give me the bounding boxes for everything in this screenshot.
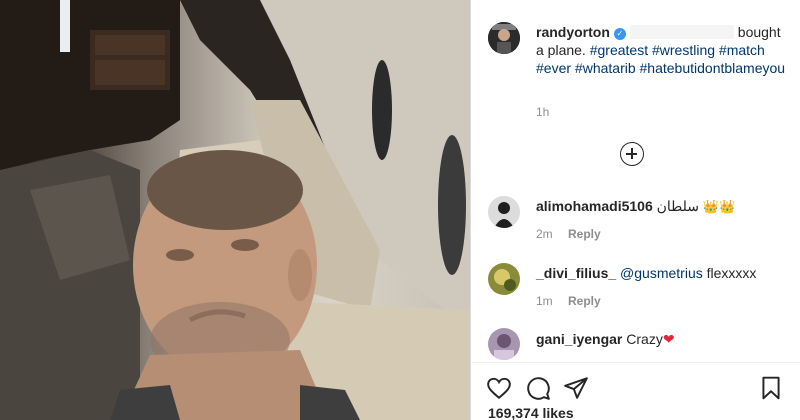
hashtag[interactable]: #wrestling xyxy=(652,42,715,58)
plus-circle-icon[interactable] xyxy=(620,142,644,166)
author-username[interactable]: randyorton xyxy=(536,24,610,40)
bookmark-icon[interactable] xyxy=(758,375,784,401)
comment-icon[interactable] xyxy=(525,375,551,401)
likes-count[interactable]: 169,374 likes xyxy=(488,405,574,420)
paper-plane-icon[interactable] xyxy=(563,375,589,401)
comment-mention[interactable]: @gusmetrius xyxy=(620,265,703,281)
author-avatar[interactable] xyxy=(488,22,520,54)
comment-username[interactable]: alimohamadi5106 xyxy=(536,198,653,214)
heart-emoji-icon: ❤ xyxy=(662,331,675,347)
comment-item: _divi_filius_ @gusmetrius flexxxxx xyxy=(536,264,756,282)
comment-time: 2m xyxy=(536,227,553,241)
verified-badge-icon: ✓ xyxy=(613,28,626,40)
reply-button[interactable]: Reply xyxy=(568,294,601,308)
crown-icon: 👑 xyxy=(702,199,720,214)
crown-icon: 👑 xyxy=(719,199,736,214)
comment-text: Crazy xyxy=(626,331,663,347)
comment-avatar-icon xyxy=(488,328,520,360)
post-time: 1h xyxy=(536,105,550,119)
post-caption: randyorton ✓ bought a plane. #greatest #w… xyxy=(536,23,788,77)
comment-time: 1m xyxy=(536,294,553,308)
heart-icon[interactable] xyxy=(486,375,512,401)
comment-item: alimohamadi5106 سلطان 👑👑 xyxy=(536,197,735,216)
hashtag[interactable]: #hatebutidontblameyou xyxy=(640,60,786,76)
comment-username[interactable]: gani_iyengar xyxy=(536,331,622,347)
author-avatar-icon xyxy=(488,22,520,54)
comment-item: gani_iyengar Crazy❤ xyxy=(536,330,675,348)
comment-avatar-icon xyxy=(488,263,520,295)
divider xyxy=(472,362,800,363)
comment-username[interactable]: _divi_filius_ xyxy=(536,265,616,281)
hashtag[interactable]: #match xyxy=(719,42,765,58)
comment-meta: 1m Reply xyxy=(536,294,601,308)
post-details-pane: randyorton ✓ bought a plane. #greatest #w… xyxy=(472,0,800,420)
hashtag[interactable]: #ever xyxy=(536,60,571,76)
comment-avatar[interactable] xyxy=(488,196,520,228)
comment-avatar-icon xyxy=(488,196,520,228)
reply-button[interactable]: Reply xyxy=(568,227,601,241)
post-photo[interactable] xyxy=(0,0,471,420)
hashtag[interactable]: #whatarib xyxy=(575,60,636,76)
hashtag[interactable]: #greatest xyxy=(590,42,648,58)
comment-text: سلطان xyxy=(656,198,700,214)
comment-avatar[interactable] xyxy=(488,263,520,295)
photo-illustration xyxy=(0,0,470,420)
comment-avatar[interactable] xyxy=(488,328,520,360)
comment-meta: 2m Reply xyxy=(536,227,601,241)
comment-text: flexxxxx xyxy=(706,265,757,281)
redacted-text xyxy=(629,25,734,39)
